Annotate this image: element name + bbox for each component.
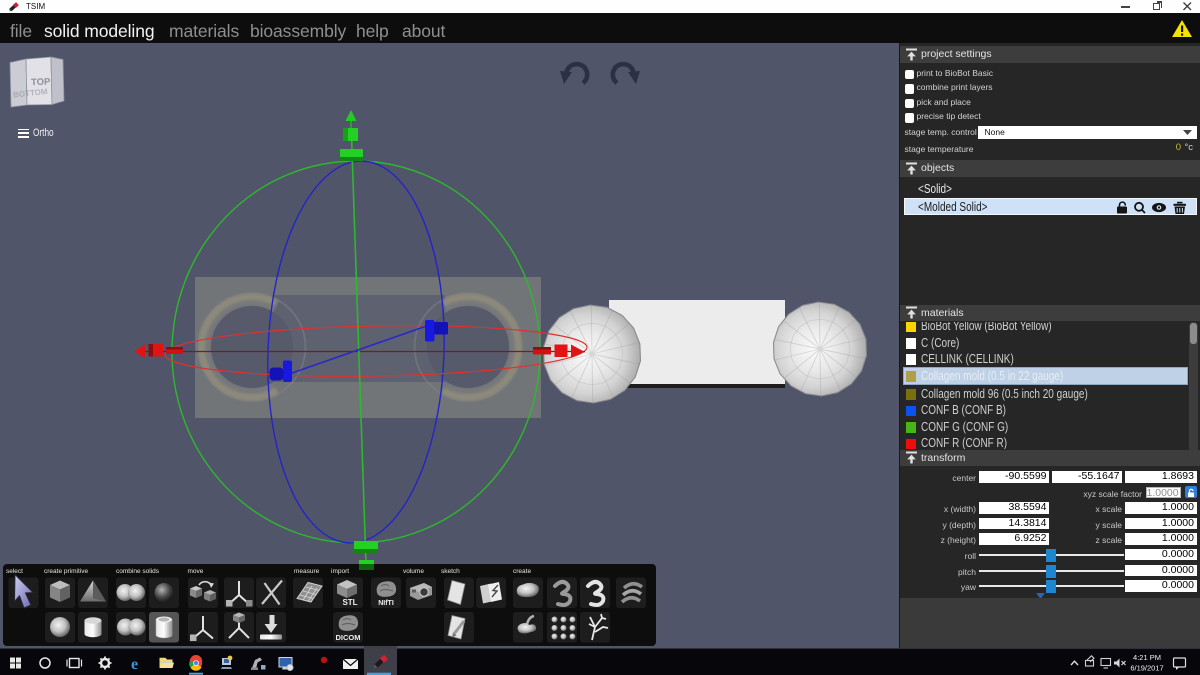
svg-text:4:21 PM: 4:21 PM — [1133, 653, 1161, 662]
svg-text:e: e — [131, 656, 138, 673]
svg-text:6/19/2017: 6/19/2017 — [1130, 664, 1163, 673]
